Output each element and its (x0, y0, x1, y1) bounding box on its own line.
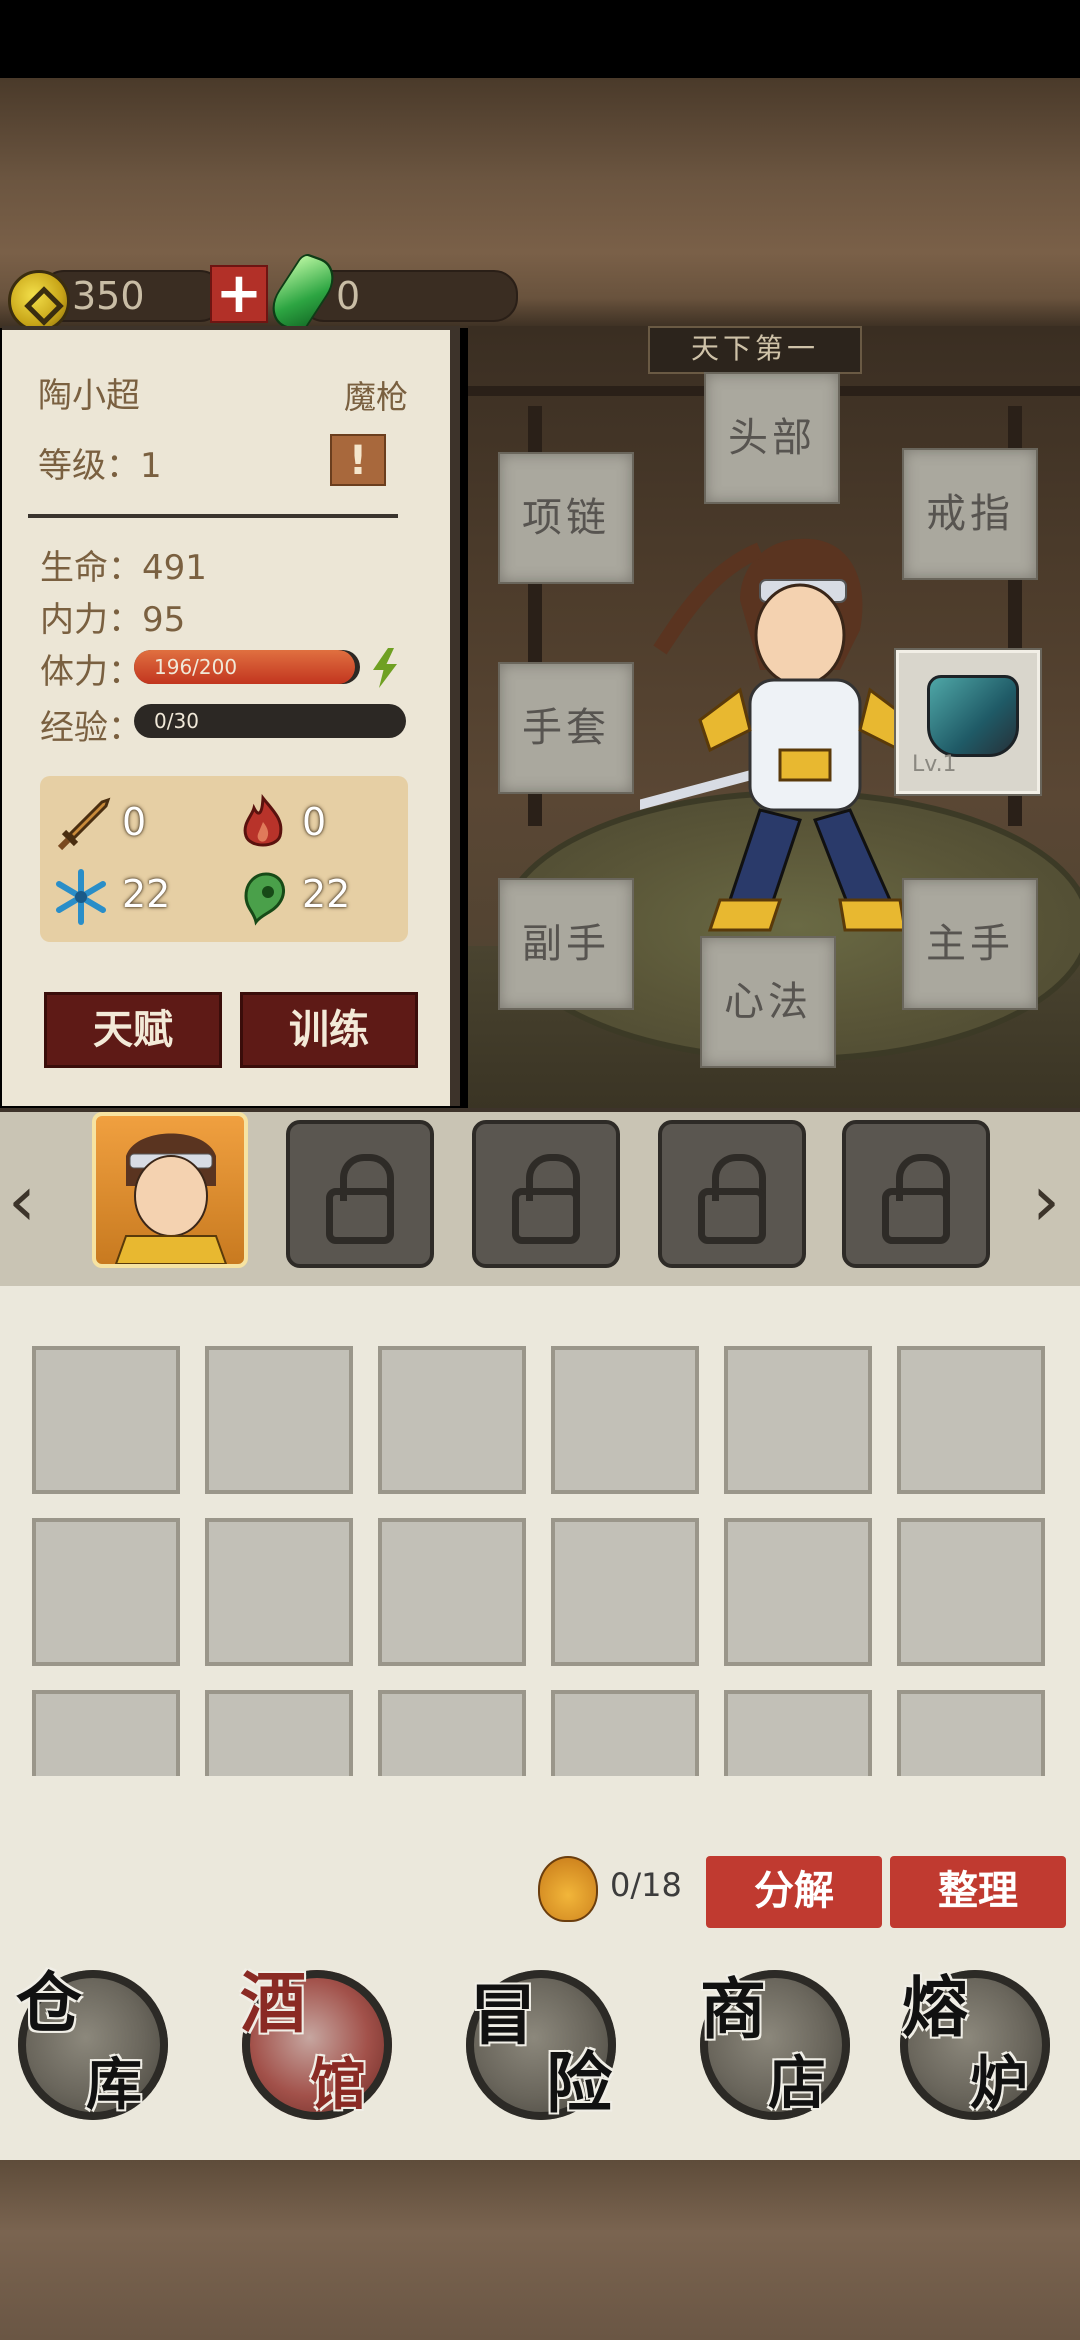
inventory-slot[interactable] (378, 1346, 526, 1494)
armor-icon (927, 675, 1019, 757)
gem-count: 0 (336, 274, 361, 318)
nav-tavern-label-b: 馆 (310, 2052, 366, 2118)
locked-slot-4[interactable] (842, 1120, 990, 1268)
bag-icon (538, 1856, 598, 1922)
slot-mainhand[interactable]: 主手 (902, 878, 1038, 1010)
stamina-text: 196/200 (154, 655, 238, 679)
sort-button[interactable]: 整理 (890, 1856, 1066, 1928)
locked-slot-3[interactable] (658, 1120, 806, 1268)
slot-necklace[interactable]: 项链 (498, 452, 634, 584)
inventory-slot[interactable] (378, 1518, 526, 1666)
sword-value: 0 (122, 800, 147, 844)
fire-icon (243, 794, 283, 847)
decompose-button[interactable]: 分解 (706, 1856, 882, 1928)
inventory-slot[interactable] (551, 1518, 699, 1666)
mp-label: 内力： (40, 600, 142, 640)
inventory-slot[interactable] (724, 1346, 872, 1494)
slot-gloves[interactable]: 手套 (498, 662, 634, 794)
status-bar (0, 0, 1080, 78)
inventory-slot[interactable] (897, 1346, 1045, 1494)
mp-row: 内力：95 (40, 592, 185, 641)
slot-heart-method[interactable]: 心法 (700, 936, 836, 1068)
nav-shop-label-b: 店 (768, 2049, 827, 2117)
hp-row: 生命：491 (40, 540, 207, 589)
slot-head[interactable]: 头部 (704, 372, 840, 504)
arrow-left-icon[interactable]: ‹ (8, 1160, 36, 1242)
sword-icon (57, 797, 111, 851)
nav-warehouse-label-a: 仓 (16, 1964, 82, 2042)
add-coins-button[interactable]: + (210, 265, 268, 323)
hp-value: 491 (142, 548, 207, 588)
fire-value: 0 (302, 800, 327, 844)
level-value: 1 (140, 446, 162, 486)
inventory-slot[interactable] (724, 1518, 872, 1666)
inventory-slot[interactable] (897, 1518, 1045, 1666)
nav-furnace-label-a: 熔 (902, 1968, 968, 2046)
level-label: 等级： (38, 446, 140, 486)
nav-shop-label-a: 商 (700, 1970, 766, 2048)
nav-warehouse-label-b: 库 (86, 2052, 142, 2118)
train-button[interactable]: 训练 (240, 992, 418, 1068)
inventory-slot[interactable] (205, 1518, 353, 1666)
nav-tavern-label-a: 酒 (240, 1964, 306, 2042)
hero-portrait-icon (114, 1133, 228, 1264)
poison-value: 22 (302, 872, 351, 916)
inventory-slot[interactable] (205, 1346, 353, 1494)
slot-ring[interactable]: 戒指 (902, 448, 1038, 580)
inventory-slot[interactable] (551, 1346, 699, 1494)
snowflake-icon (56, 869, 106, 925)
coin-count: 350 (72, 274, 145, 318)
arrow-right-icon[interactable]: › (1032, 1160, 1060, 1242)
hero-name: 陶小超 (38, 376, 140, 416)
exp-text: 0/30 (154, 709, 199, 733)
nav-adventure-label-a: 冒 (470, 1976, 536, 2054)
hp-label: 生命： (40, 548, 142, 588)
armor-level: Lv.1 (912, 752, 957, 777)
stamina-label: 体力： (40, 652, 142, 692)
scene-sign: 天下第一 (648, 326, 862, 374)
inventory-slot[interactable] (32, 1518, 180, 1666)
nav-furnace-label-b: 炉 (970, 2049, 1029, 2117)
exp-bar: 0/30 (134, 704, 406, 738)
poison-icon (244, 872, 285, 926)
hero-portrait[interactable] (92, 1112, 248, 1268)
hero-class: 魔枪 (344, 378, 409, 416)
exp-label: 经验： (40, 708, 142, 748)
hero-figure (640, 538, 912, 932)
coin-icon (8, 270, 70, 332)
snowflake-value: 22 (122, 872, 171, 916)
locked-slot-2[interactable] (472, 1120, 620, 1268)
locked-slot-1[interactable] (286, 1120, 434, 1268)
hero-level: 等级：1 (38, 438, 162, 487)
alert-button[interactable]: ! (330, 434, 386, 486)
inventory-slot[interactable] (32, 1346, 180, 1494)
divider (28, 514, 398, 518)
slot-offhand[interactable]: 副手 (498, 878, 634, 1010)
mp-value: 95 (142, 600, 186, 640)
inventory-count: 0/18 (610, 1866, 682, 1904)
stamina-bar: 196/200 (134, 650, 360, 684)
nav-adventure-label-b: 险 (546, 2044, 612, 2122)
footer-background (0, 2160, 1080, 2340)
talent-button[interactable]: 天赋 (44, 992, 222, 1068)
